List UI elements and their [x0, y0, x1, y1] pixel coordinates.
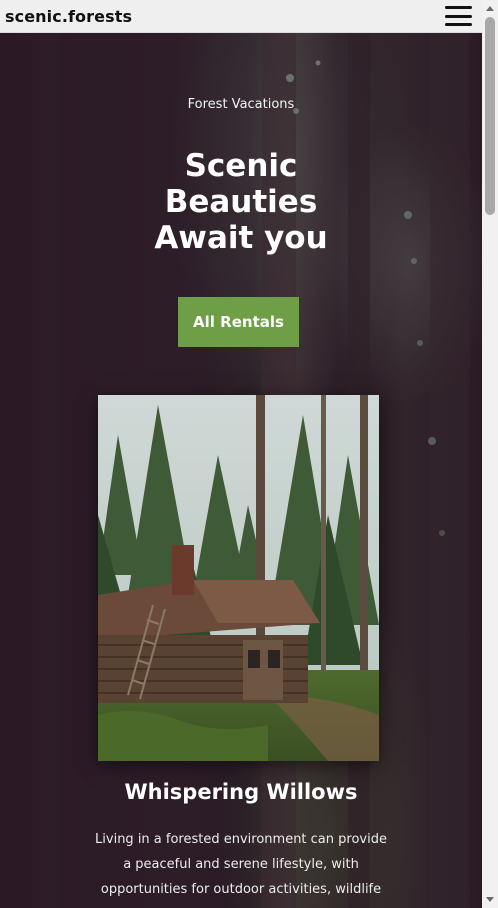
- hero-headline: Scenic Beauties Await you: [0, 148, 482, 256]
- scroll-up-arrow-icon[interactable]: [486, 6, 494, 11]
- headline-line: Await you: [154, 220, 328, 256]
- top-nav-bar: scenic.forests: [0, 0, 482, 33]
- hero-section: Forest Vacations Scenic Beauties Await y…: [0, 33, 482, 908]
- rental-title[interactable]: Whispering Willows: [0, 780, 482, 804]
- cabin-photo-icon: [98, 395, 379, 761]
- page: scenic.forests Forest Vacations Scenic B…: [0, 0, 498, 908]
- all-rentals-button[interactable]: All Rentals: [178, 297, 299, 347]
- rental-description: Living in a forested environment can pro…: [95, 832, 387, 908]
- vertical-scrollbar[interactable]: [482, 0, 498, 908]
- cabin-photo[interactable]: [98, 395, 379, 761]
- hamburger-menu-icon[interactable]: [445, 6, 472, 26]
- scroll-down-arrow-icon[interactable]: [486, 897, 494, 902]
- scrollbar-thumb[interactable]: [485, 17, 495, 215]
- headline-line: Beauties: [164, 184, 318, 220]
- headline-line: Scenic: [184, 148, 298, 184]
- brand-logo-text[interactable]: scenic.forests: [5, 7, 132, 26]
- hero-eyebrow: Forest Vacations: [187, 97, 295, 112]
